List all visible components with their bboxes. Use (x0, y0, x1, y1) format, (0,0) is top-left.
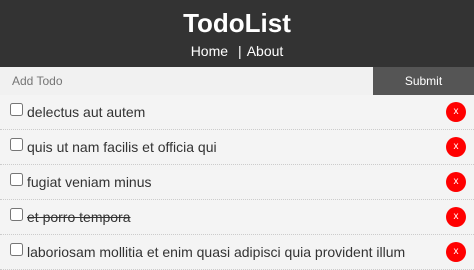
todo-checkbox[interactable] (10, 208, 23, 221)
todo-title: laboriosam mollitia et enim quasi adipis… (27, 244, 406, 260)
todo-title: et porro tempora (27, 209, 131, 225)
delete-todo-button[interactable]: x (446, 172, 466, 192)
todo-item: delectus aut autem x (0, 95, 474, 130)
todo-item: fugiat veniam minus x (0, 165, 474, 200)
todo-checkbox[interactable] (10, 138, 23, 151)
add-todo-form: Submit (0, 67, 474, 95)
app-header: TodoList Home | About (0, 0, 474, 67)
delete-todo-button[interactable]: x (446, 242, 466, 262)
todo-title: delectus aut autem (27, 104, 146, 120)
todo-title: fugiat veniam minus (27, 174, 152, 190)
submit-button[interactable]: Submit (373, 67, 474, 95)
todo-checkbox[interactable] (10, 103, 23, 116)
delete-todo-button[interactable]: x (446, 207, 466, 227)
delete-todo-button[interactable]: x (446, 137, 466, 157)
add-todo-input[interactable] (0, 67, 373, 95)
todo-item: quis ut nam facilis et officia qui x (0, 130, 474, 165)
main-nav: Home | About (0, 43, 474, 59)
todo-title: quis ut nam facilis et officia qui (27, 139, 217, 155)
app-title: TodoList (183, 8, 291, 38)
nav-link-home[interactable]: Home (191, 43, 228, 59)
todo-checkbox[interactable] (10, 173, 23, 186)
todo-item: et porro tempora x (0, 200, 474, 235)
nav-link-about[interactable]: About (247, 43, 284, 59)
todo-checkbox[interactable] (10, 243, 23, 256)
delete-todo-button[interactable]: x (446, 102, 466, 122)
nav-separator: | (237, 43, 242, 59)
todo-item: laboriosam mollitia et enim quasi adipis… (0, 235, 474, 270)
todo-list: delectus aut autem x quis ut nam facilis… (0, 95, 474, 270)
